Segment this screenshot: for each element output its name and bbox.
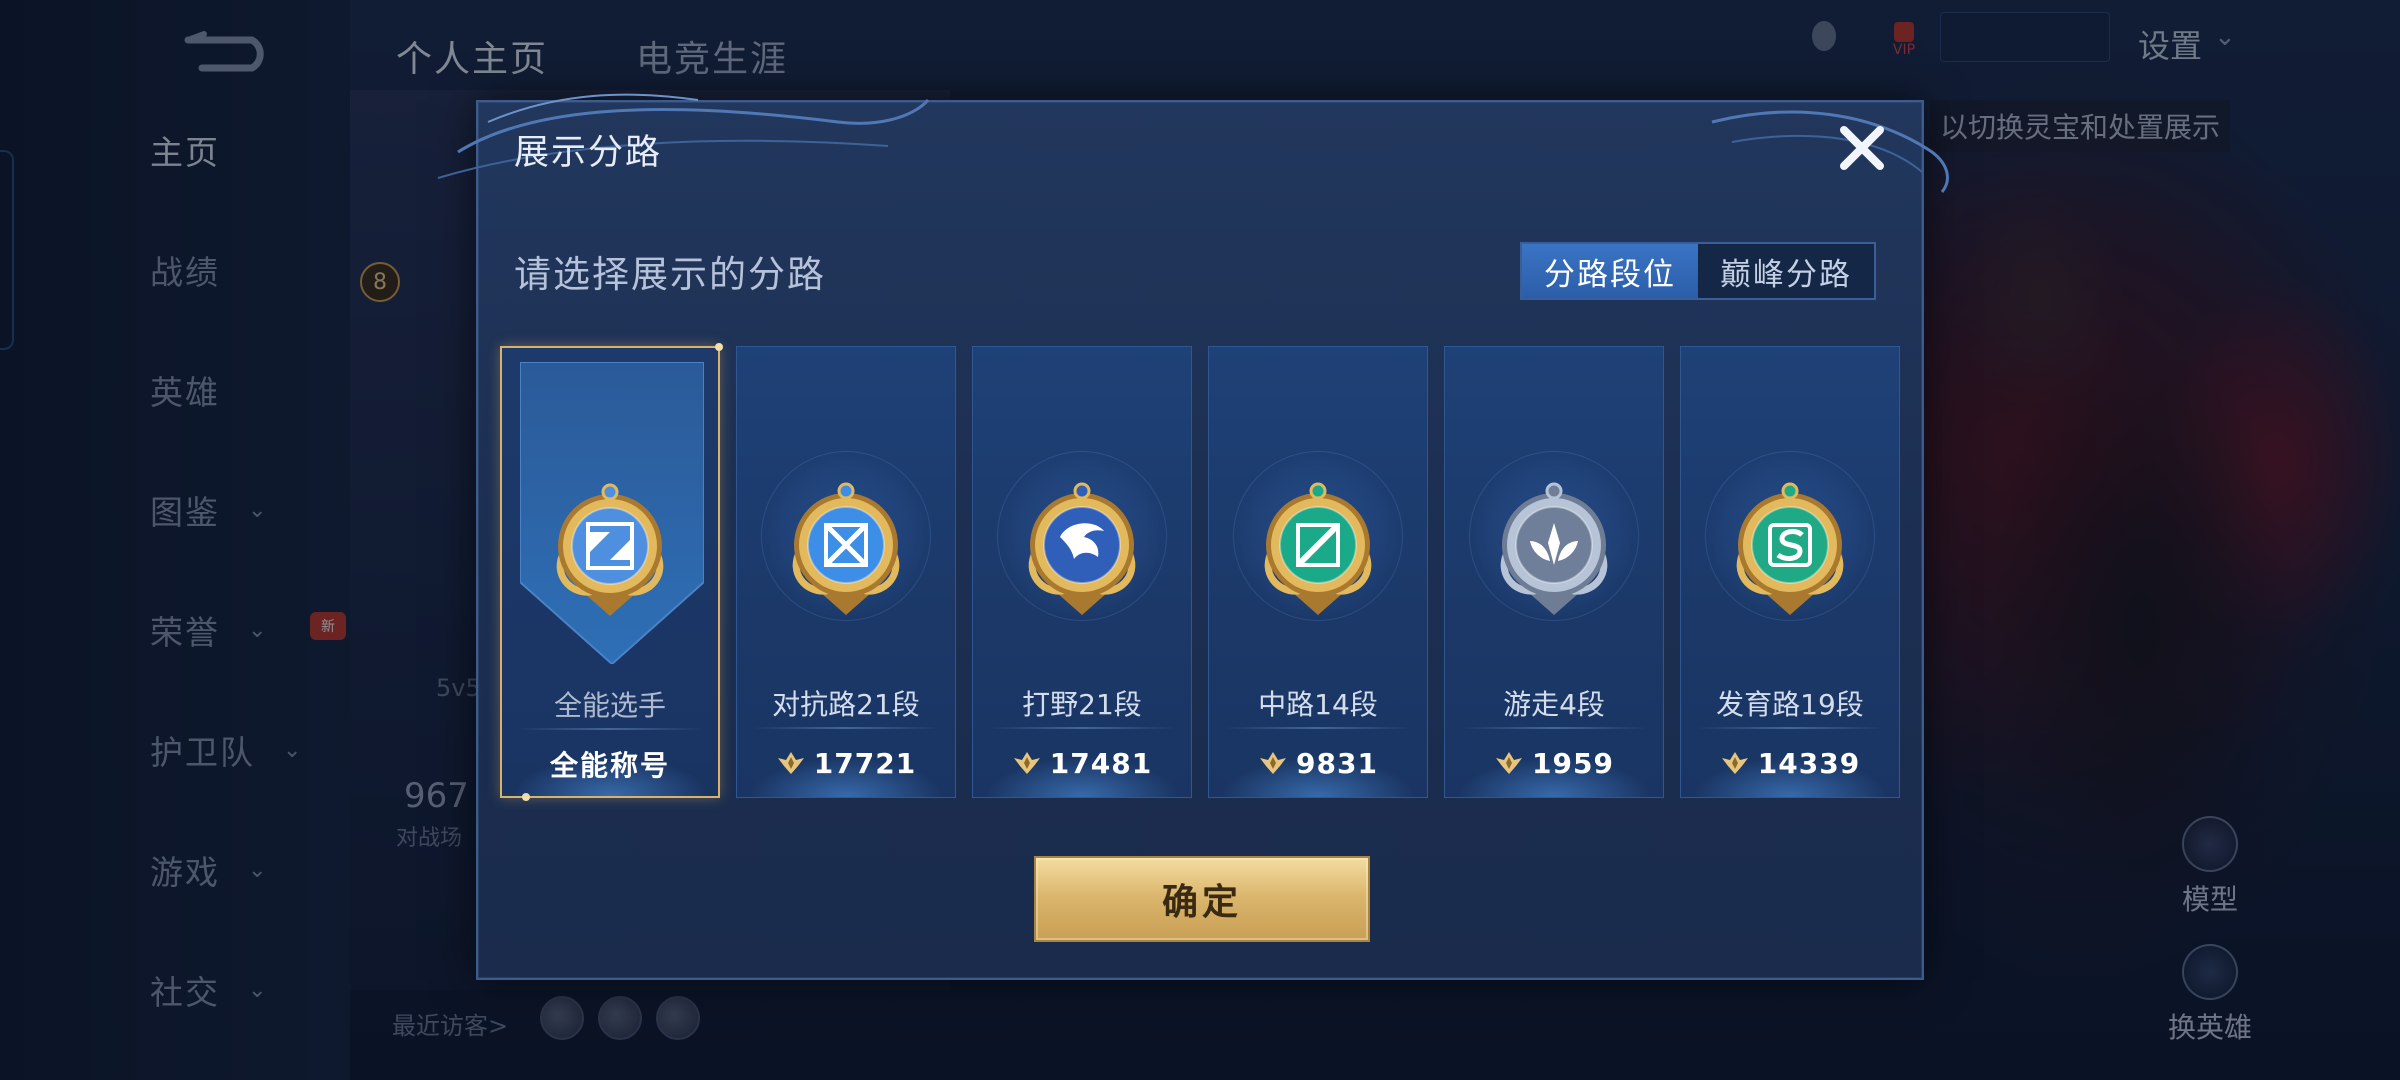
score-row: 全能称号 [502,744,718,784]
corner-dot [715,343,723,351]
rank-points-icon [1721,752,1748,774]
close-button[interactable] [1830,116,1894,180]
lane-type-toggle: 分路段位 巅峰分路 [1520,242,1876,300]
lane-card[interactable]: 中路14段 9831 [1208,346,1428,798]
rank-label: 打野21段 [1022,688,1142,721]
header-swirl-decoration [437,93,930,179]
card-divider [1225,727,1411,729]
score-row: 17721 [737,743,955,783]
roam-emblem-icon [1500,482,1608,615]
rank-points-icon [1013,752,1040,774]
score-row: 14339 [1681,743,1899,783]
score-row: 9831 [1209,743,1427,783]
rank-points-icon [1496,752,1523,774]
rank-label: 发育路19段 [1716,688,1864,721]
dialog-subtitle: 请选择展示的分路 [514,253,826,296]
farm-lane-emblem-icon [1736,482,1844,615]
mid-lane-emblem-icon [1264,482,1372,615]
rank-points-value: 9831 [1296,746,1378,780]
rank-points-icon [777,752,804,774]
card-divider [989,727,1175,729]
lane-card[interactable]: 全能选手 全能称号 [500,343,723,801]
jungle-emblem-icon [1028,482,1136,615]
lane-card[interactable]: 对抗路21段 17721 [736,346,956,798]
all-round-emblem-icon [556,483,664,616]
lane-card[interactable]: 发育路19段 14339 [1680,346,1900,798]
card-divider [1461,727,1647,729]
toggle-peak-lane[interactable]: 巅峰分路 [1698,244,1874,298]
rank-label: 游走4段 [1503,688,1605,721]
toggle-lane-rank[interactable]: 分路段位 [1522,244,1698,298]
corner-dot [522,793,530,801]
rank-points-value: 17481 [1049,746,1153,780]
clash-lane-emblem-icon [792,482,900,615]
lane-card-list: 全能选手 全能称号 对抗路21段 17721 打野21段 17481 中路14段 9831 游走… [500,343,1904,801]
dialog-title: 展示分路 [514,133,663,173]
card-divider [1697,727,1883,729]
score-row: 17481 [973,743,1191,783]
lane-display-dialog: 展示分路 请选择展示的分路 分路段位 巅峰分路 全能选手 全能称号 对抗路21段 17… [437,93,1949,980]
title-value: 全能称号 [549,749,670,782]
card-divider [518,728,702,730]
rank-label: 全能选手 [553,689,666,722]
rank-points-icon [1260,752,1287,774]
lane-card[interactable]: 打野21段 17481 [972,346,1192,798]
confirm-button[interactable]: 确定 [1034,856,1370,942]
lane-card[interactable]: 游走4段 1959 [1444,346,1664,798]
score-row: 1959 [1445,743,1663,783]
rank-points-value: 1959 [1532,746,1614,780]
rank-label: 对抗路21段 [772,688,920,721]
close-x-icon [1840,126,1884,170]
rank-points-value: 17721 [813,746,917,780]
card-divider [753,727,939,729]
rank-points-value: 14339 [1757,746,1861,780]
rank-label: 中路14段 [1258,688,1378,721]
